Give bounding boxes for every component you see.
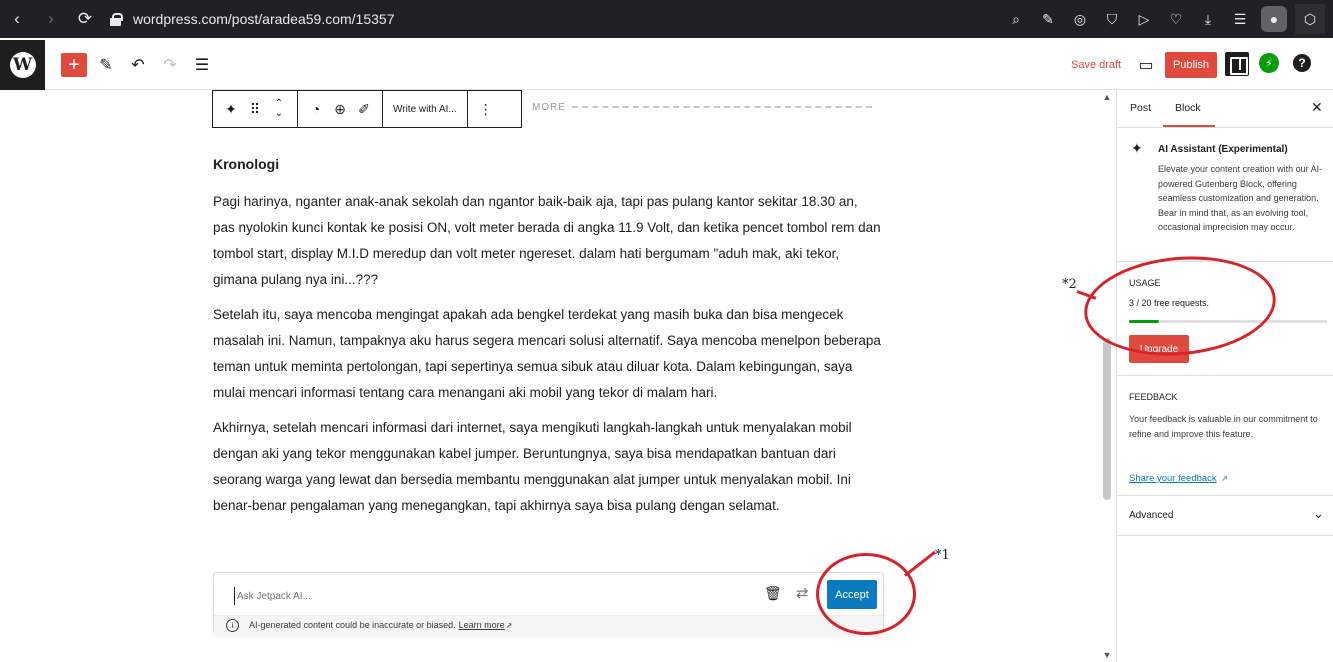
ai-sparkle-icon: ✦ (1131, 140, 1143, 156)
globe-icon[interactable]: ⊕ (328, 94, 352, 124)
camera-icon[interactable]: ◎ (1065, 4, 1095, 34)
more-separator: MORE (532, 100, 872, 114)
help-icon[interactable]: ? (1293, 54, 1311, 72)
shield-icon[interactable]: ⛉ (1097, 4, 1127, 34)
editor-canvas: ✦ ⠿ ⌃ ⌄ ◔ ⊕ ✐ Write with AI... ⋮ MORE Kro… (0, 90, 1115, 662)
ask-ai-input[interactable] (234, 587, 754, 605)
more-options-icon[interactable]: ⋮ (474, 94, 498, 124)
ai-assistant-title: AI Assistant (Experimental) (1158, 144, 1288, 155)
advanced-label[interactable]: Advanced (1129, 510, 1173, 521)
annotation-label-2: *2 (1062, 277, 1077, 292)
more-label: MORE (532, 101, 566, 113)
editor-header: W + ✎ ↶ ↷ ☰ Save draft ▭ Publish ⚡ ? (0, 40, 1333, 90)
close-icon[interactable]: ✕ (1311, 99, 1323, 116)
add-block-button[interactable]: + (61, 53, 87, 77)
jetpack-icon[interactable]: ⚡ (1259, 53, 1279, 73)
redo-icon[interactable]: ↷ (158, 53, 182, 77)
menu-icon[interactable]: ☰ (1225, 4, 1255, 34)
share-feedback-wrap: Share your feedback ↗ (1129, 468, 1228, 486)
drag-handle-icon[interactable]: ⠿ (243, 94, 267, 124)
lock-icon (110, 12, 123, 26)
active-tab-indicator (1163, 125, 1215, 127)
url-text: wordpress.com/post/aradea59.com/15357 (133, 11, 395, 27)
browser-toolbar: ‹ › ⟳ wordpress.com/post/aradea59.com/15… (0, 0, 1333, 38)
disclaimer-text: AI-generated content could be inaccurate… (249, 620, 456, 630)
zoom-icon[interactable]: ⌕ (1001, 4, 1031, 34)
edit-icon[interactable]: ✎ (1033, 4, 1063, 34)
speech-icon[interactable]: ◔ (304, 94, 328, 124)
usage-progress-fill (1129, 320, 1159, 323)
block-toolbar-group-ai: Write with AI... (383, 91, 468, 127)
feedback-text: Your feedback is valuable in our commitm… (1129, 414, 1318, 439)
post-content[interactable]: Kronologi Pagi harinya, nganter anak-ana… (213, 156, 883, 528)
ai-sparkle-icon[interactable]: ✦ (219, 94, 243, 124)
tab-post[interactable]: Post (1130, 102, 1151, 114)
pencil-icon[interactable]: ✎ (94, 53, 118, 77)
annotation-label-1: *1 (935, 548, 950, 563)
wordpress-logo-icon[interactable]: W (0, 40, 45, 90)
tab-block[interactable]: Block (1175, 102, 1201, 114)
block-toolbar-group-options: ⋮ (468, 91, 504, 127)
more-line (572, 106, 872, 108)
learn-more-link[interactable]: Learn more (459, 620, 505, 630)
preview-icon[interactable]: ▭ (1134, 53, 1158, 77)
address-bar[interactable]: wordpress.com/post/aradea59.com/15357 (110, 0, 394, 38)
paragraph-1[interactable]: Pagi harinya, nganter anak-anak sekolah … (213, 189, 883, 293)
forward-icon[interactable]: › (34, 0, 68, 38)
trash-icon[interactable]: 🗑 (764, 585, 782, 602)
scroll-down-icon[interactable]: ▼ (1102, 650, 1112, 660)
feedback-heading: FEEDBACK (1129, 392, 1178, 402)
write-with-ai-button[interactable]: Write with AI... (389, 104, 461, 115)
advanced-section[interactable]: Advanced ⌄ (1117, 496, 1333, 536)
settings-sidebar: Post Block ✕ ✦ AI Assistant (Experimenta… (1116, 90, 1333, 662)
accept-button[interactable]: Accept (827, 580, 877, 609)
feedback-section: FEEDBACK Your feedback is valuable in ou… (1117, 376, 1333, 496)
play-icon[interactable]: ▷ (1129, 4, 1159, 34)
block-toolbar: ✦ ⠿ ⌃ ⌄ ◔ ⊕ ✐ Write with AI... ⋮ (212, 90, 522, 128)
heart-icon[interactable]: ♡ (1161, 4, 1191, 34)
scroll-up-icon[interactable]: ▲ (1102, 92, 1112, 102)
regenerate-icon[interactable]: ⇄ (796, 584, 809, 602)
usage-text: 3 / 20 free requests. (1129, 298, 1210, 308)
ai-disclaimer: i AI-generated content could be inaccura… (214, 615, 883, 634)
usage-heading: USAGE (1129, 278, 1161, 288)
share-feedback-link[interactable]: Share your feedback (1129, 473, 1217, 484)
external-link-icon: ↗ (1221, 474, 1228, 483)
back-icon[interactable]: ‹ (0, 0, 34, 38)
settings-panel-icon[interactable] (1225, 52, 1249, 76)
save-draft-button[interactable]: Save draft (1071, 59, 1121, 71)
document-overview-icon[interactable]: ☰ (190, 53, 214, 77)
block-toolbar-group-move: ✦ ⠿ ⌃ ⌄ (213, 91, 298, 127)
scrollbar-thumb[interactable] (1103, 338, 1111, 500)
ai-assistant-description: Elevate your content creation with our A… (1158, 164, 1323, 233)
download-icon[interactable]: ⤓ (1193, 4, 1223, 34)
move-up-down-icon[interactable]: ⌃ ⌄ (267, 94, 291, 124)
ai-assistant-info: ✦ AI Assistant (Experimental) Elevate yo… (1117, 128, 1333, 262)
chevron-down-icon[interactable]: ⌄ (1313, 506, 1324, 522)
reload-icon[interactable]: ⟳ (68, 0, 102, 38)
sidebar-tabs: Post Block ✕ (1117, 90, 1333, 128)
upgrade-button[interactable]: Upgrade (1129, 335, 1189, 363)
undo-icon[interactable]: ↶ (126, 53, 150, 77)
profile-icon[interactable]: ● (1261, 6, 1287, 32)
usage-progress-bar (1129, 320, 1327, 323)
paragraph-3[interactable]: Akhirnya, setelah mencari informasi dari… (213, 415, 883, 519)
jetpack-ai-prompt: 🗑 ⇄ Accept i AI-generated content could … (213, 572, 884, 634)
info-icon: i (226, 618, 239, 632)
paragraph-2[interactable]: Setelah itu, saya mencoba mengingat apak… (213, 302, 883, 406)
block-toolbar-group-tools: ◔ ⊕ ✐ (298, 91, 383, 127)
browser-actions: ⌕ ✎ ◎ ⛉ ▷ ♡ ⤓ ☰ ● ⬡ (999, 0, 1325, 38)
external-link-icon: ↗ (505, 620, 513, 630)
extension-icon[interactable]: ⬡ (1295, 4, 1325, 34)
publish-button[interactable]: Publish (1165, 52, 1217, 78)
pen-icon[interactable]: ✐ (352, 94, 376, 124)
section-heading[interactable]: Kronologi (213, 156, 883, 172)
usage-section: USAGE 3 / 20 free requests. Upgrade (1117, 262, 1333, 376)
